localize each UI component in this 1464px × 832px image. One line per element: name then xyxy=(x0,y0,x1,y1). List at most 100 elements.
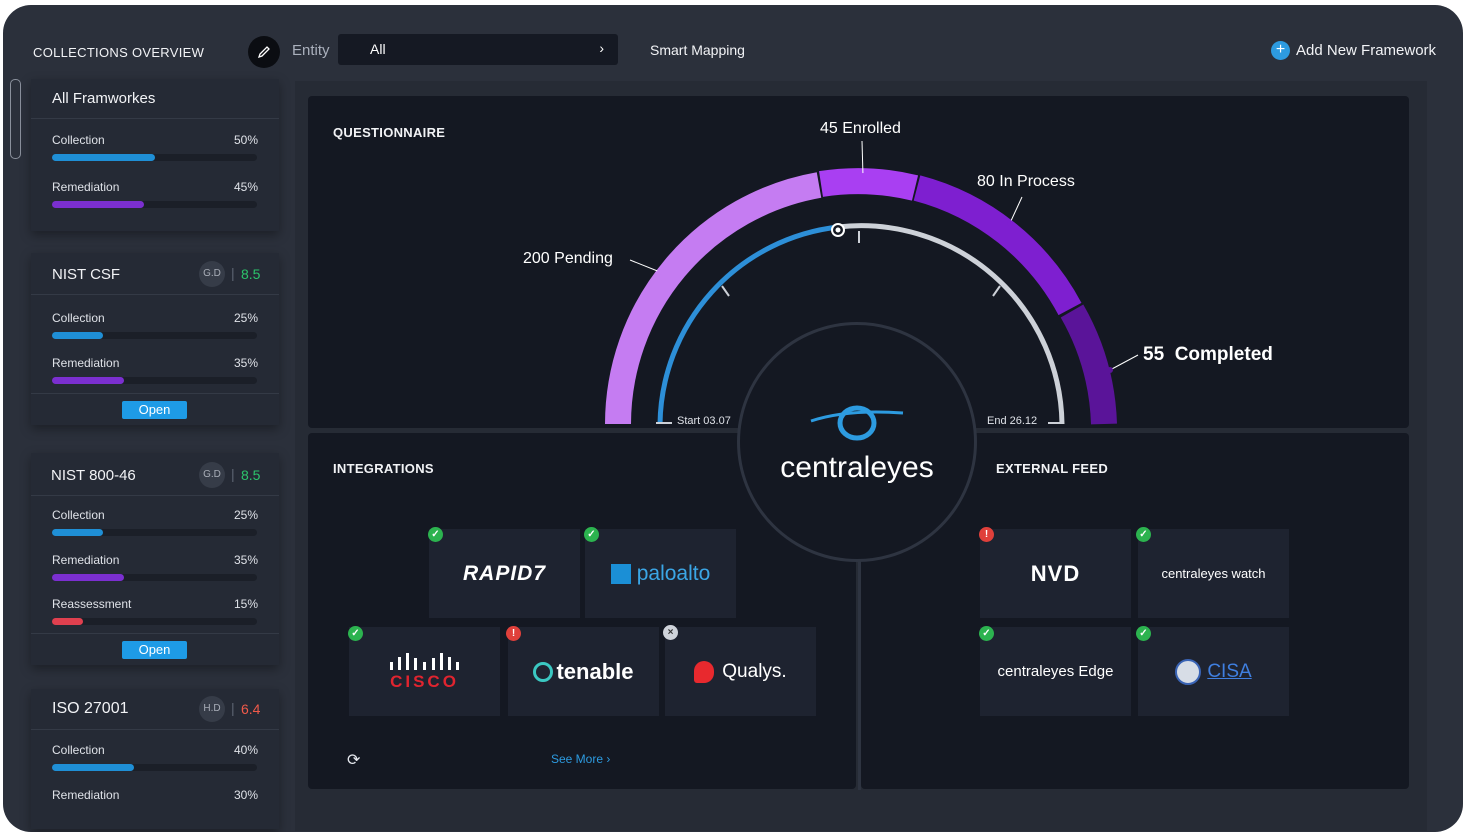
check-icon: ✓ xyxy=(979,626,994,641)
gauge-tick xyxy=(992,285,1001,297)
framework-card-nist-800-46[interactable]: NIST 800-46 G.D | 8.5 Collection 25% Rem… xyxy=(31,453,279,665)
gauge-segment-enrolled xyxy=(819,168,919,201)
divider: | xyxy=(231,700,235,716)
integration-tile-tenable[interactable]: tenable xyxy=(508,627,659,716)
cisa-seal-icon xyxy=(1175,658,1202,685)
progress-collection xyxy=(52,529,257,536)
card-title: NIST CSF xyxy=(52,266,121,283)
score-value: 8.5 xyxy=(241,467,261,483)
close-icon[interactable]: × xyxy=(663,625,678,640)
check-icon: ✓ xyxy=(1136,626,1151,641)
add-framework-label: Add New Framework xyxy=(1296,42,1437,59)
row-percent: 25% xyxy=(233,311,258,325)
leader-dot xyxy=(1007,220,1013,226)
chevron-right-icon: › xyxy=(599,40,604,56)
cisco-logo: CISCO xyxy=(349,627,500,716)
tile-name: RAPID7 xyxy=(462,561,547,585)
row-label: Collection xyxy=(52,508,105,522)
row-label: Remediation xyxy=(52,553,120,567)
progress-remediation xyxy=(52,574,257,581)
check-icon: ✓ xyxy=(348,626,363,641)
entity-label: Entity xyxy=(292,42,330,59)
progress-fill xyxy=(52,332,104,339)
tile-name: centraleyes watch xyxy=(1161,566,1266,581)
leader-dot xyxy=(1107,367,1113,373)
completed-label: 55 Completed xyxy=(1143,344,1273,365)
see-more-link[interactable]: See More › xyxy=(551,752,610,766)
paloalto-mark-icon xyxy=(610,563,631,584)
enrolled-label: 45 Enrolled xyxy=(820,120,901,137)
row-label: Collection xyxy=(52,133,105,147)
row-label: Remediation xyxy=(52,788,120,802)
centraleyes-logo-icon xyxy=(810,405,904,441)
check-icon: ✓ xyxy=(1136,527,1151,542)
gauge-marker-dot xyxy=(835,227,841,233)
tile-name: NVD xyxy=(1030,560,1081,586)
progress-remediation xyxy=(52,377,257,384)
progress-fill xyxy=(52,574,124,581)
progress-fill xyxy=(52,154,155,161)
grade-badge: H.D xyxy=(199,696,225,722)
pencil-icon xyxy=(257,46,270,59)
in-process-label: 80 In Process xyxy=(977,173,1075,190)
row-label: Collection xyxy=(52,311,105,325)
feed-tile-centraleyes-watch[interactable]: centraleyes watch xyxy=(1138,529,1289,618)
tile-name: Qualys. xyxy=(722,660,787,682)
progress-fill xyxy=(52,529,104,536)
integration-tile-paloalto[interactable]: paloalto xyxy=(585,529,736,618)
gauge-segment-in-process xyxy=(913,175,1082,316)
framework-card-all[interactable]: All Framworkes Collection 50% Remediatio… xyxy=(31,79,279,231)
gauge-segment-completed xyxy=(1060,304,1117,425)
brand-circle: centraleyes xyxy=(737,322,977,562)
tile-name: paloalto xyxy=(636,561,711,585)
tile-name: CISCO xyxy=(390,671,459,691)
score-value: 8.5 xyxy=(241,266,261,282)
feed-tile-nvd[interactable]: NVD xyxy=(980,529,1131,618)
progress-collection xyxy=(52,764,257,771)
feed-tile-centraleyes-edge[interactable]: centraleyes Edge xyxy=(980,627,1131,716)
add-framework-button[interactable]: + Add New Framework xyxy=(1271,41,1436,60)
leader-line xyxy=(1109,354,1139,371)
framework-card-nist-csf[interactable]: NIST CSF G.D | 8.5 Collection 25% Remedi… xyxy=(31,253,279,425)
tile-name: tenable xyxy=(556,658,634,684)
sidebar-scrollbar[interactable] xyxy=(10,79,21,159)
end-date: End 26.12 xyxy=(987,415,1038,427)
row-label: Collection xyxy=(52,743,105,757)
open-button[interactable]: Open xyxy=(122,401,187,419)
entity-select[interactable]: All › xyxy=(338,34,618,65)
alert-icon: ! xyxy=(506,626,521,641)
open-button[interactable]: Open xyxy=(122,641,187,659)
page-title: COLLECTIONS OVERVIEW xyxy=(33,45,205,60)
divider xyxy=(31,729,279,730)
divider xyxy=(31,495,279,496)
centraleyes-watch-logo: centraleyes watch xyxy=(1138,529,1289,618)
integration-tile-qualys[interactable]: Qualys. xyxy=(665,627,816,716)
edit-button[interactable] xyxy=(248,36,280,68)
start-date: Start 03.07 xyxy=(677,415,731,427)
check-icon: ✓ xyxy=(428,527,443,542)
plus-icon: + xyxy=(1271,41,1290,60)
paloalto-logo: paloalto xyxy=(585,529,736,618)
divider xyxy=(31,633,279,634)
tenable-logo: tenable xyxy=(508,627,659,716)
progress-remediation xyxy=(52,201,257,208)
leader-line xyxy=(629,259,661,273)
integration-tile-cisco[interactable]: CISCO xyxy=(349,627,500,716)
feed-tile-cisa[interactable]: CISA xyxy=(1138,627,1289,716)
row-percent: 35% xyxy=(233,356,258,370)
progress-collection xyxy=(52,332,257,339)
row-percent: 35% xyxy=(233,553,258,567)
framework-card-iso-27001[interactable]: ISO 27001 H.D | 6.4 Collection 40% Remed… xyxy=(31,689,279,829)
centraleyes-edge-logo: centraleyes Edge xyxy=(980,627,1131,716)
integration-tile-rapid7[interactable]: RAPID7 xyxy=(429,529,580,618)
progress-fill xyxy=(52,201,145,208)
row-label: Remediation xyxy=(52,356,120,370)
divider: | xyxy=(231,265,235,281)
nvd-logo: NVD xyxy=(980,529,1131,618)
brand-name: centraleyes xyxy=(780,451,934,484)
qualys-logo: Qualys. xyxy=(665,627,816,716)
smart-mapping-link[interactable]: Smart Mapping xyxy=(650,42,745,58)
refresh-icon[interactable]: ⟳ xyxy=(347,750,360,770)
row-percent: 45% xyxy=(233,180,258,194)
score-value: 6.4 xyxy=(241,701,261,717)
